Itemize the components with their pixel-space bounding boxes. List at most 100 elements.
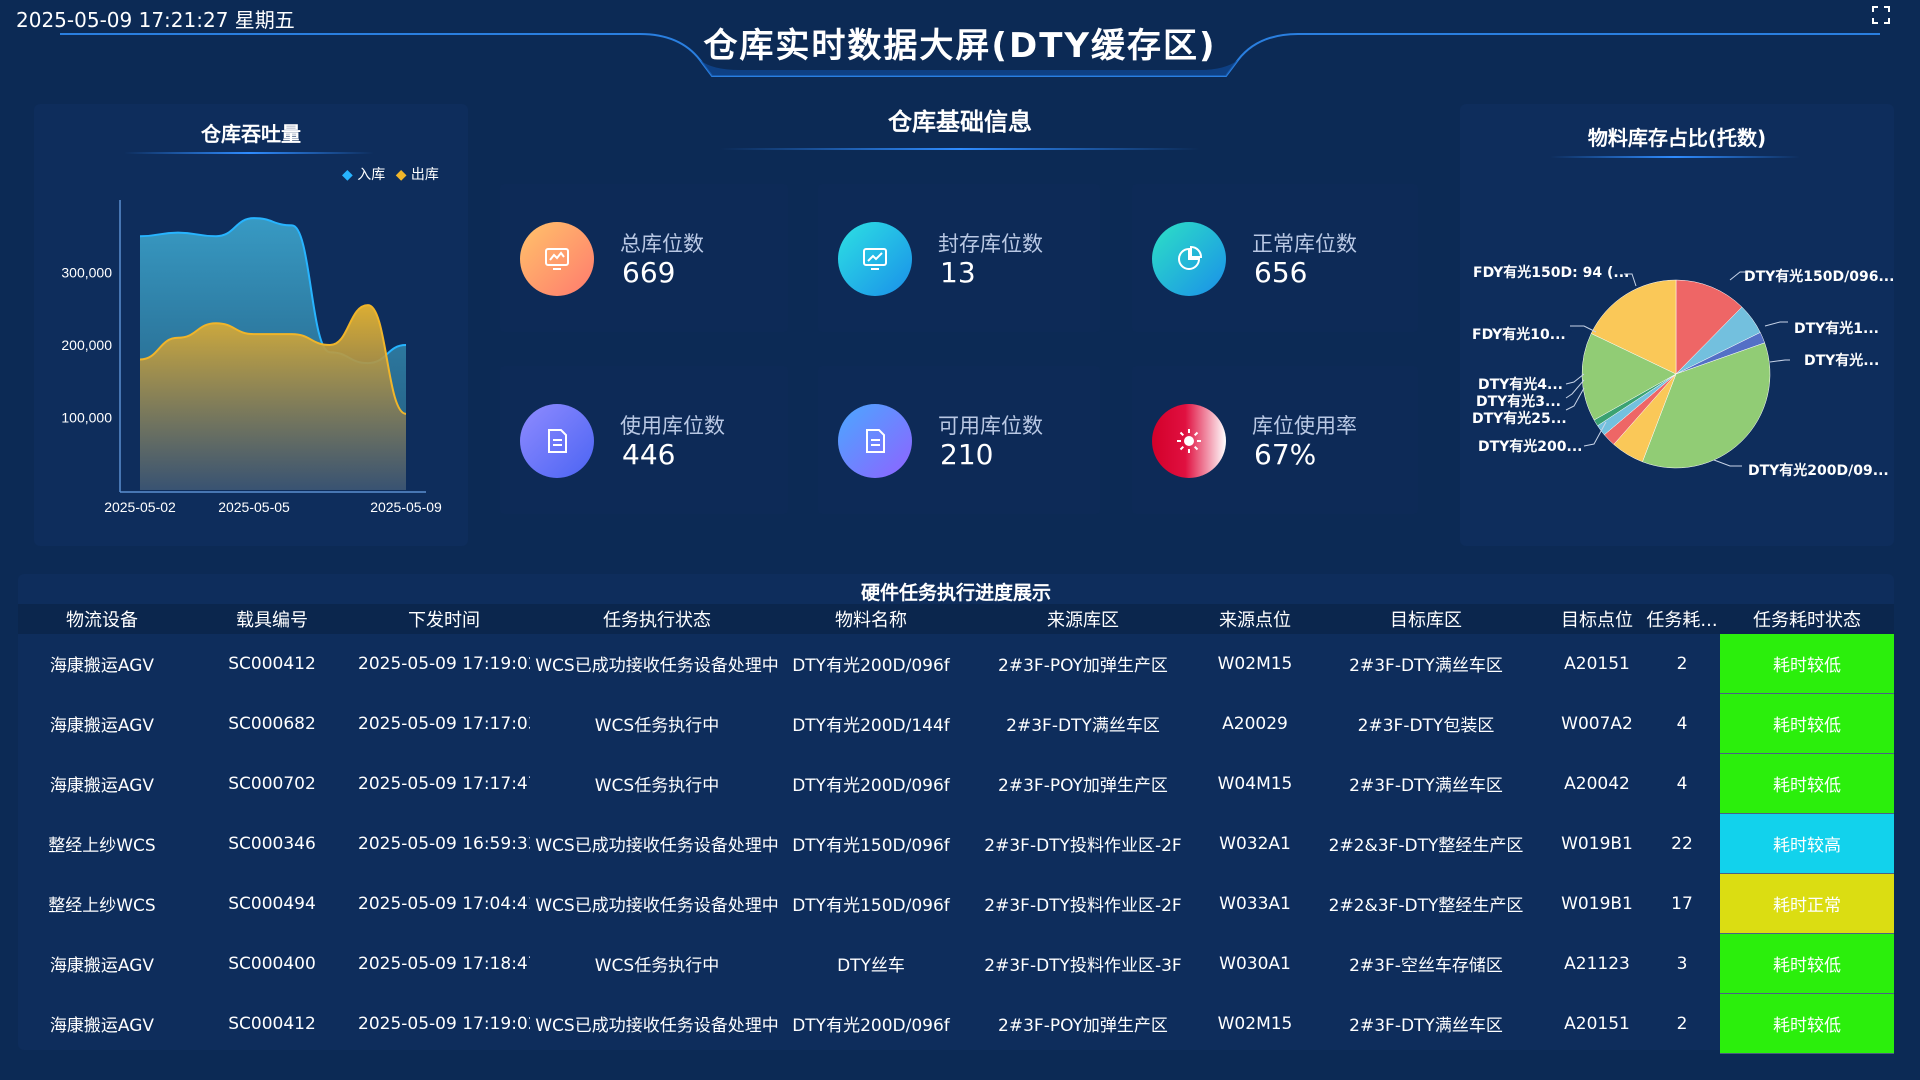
monitor-chart-icon xyxy=(520,222,594,296)
pie-label: DTY有光25... xyxy=(1472,411,1567,427)
table-cell: SC000412 xyxy=(228,653,316,674)
table-cell: 2#3F-POY加弹生产区 xyxy=(998,776,1168,796)
table-cell: W032A1 xyxy=(1219,833,1291,854)
table-cell: A21123 xyxy=(1564,953,1630,974)
table-cell: SC000346 xyxy=(228,833,316,854)
table-cell: W030A1 xyxy=(1219,953,1291,974)
table-row[interactable]: 海康搬运AGV SC000412 2025-05-09 17:19:02 WCS已成功… xyxy=(18,634,1894,694)
document-icon xyxy=(520,404,594,478)
table-cell: WCS已成功接收任务设备处理中 xyxy=(535,836,779,856)
trend-chart-icon xyxy=(838,222,912,296)
pie-leader-line xyxy=(1713,459,1742,467)
document-icon xyxy=(838,404,912,478)
stat-label: 总库位数 xyxy=(620,232,704,256)
title-underline xyxy=(720,148,1200,150)
tasks-table: 物流设备 载具编号 下发时间 任务执行状态 物料名称 来源库区 来源点位 目标库区 目标点位 任务… xyxy=(18,604,1894,1054)
column-header[interactable]: 任务耗... xyxy=(1644,604,1720,634)
status-badge: 耗时较低 xyxy=(1720,634,1894,694)
table-cell: 2#2&3F-DTY整经生产区 xyxy=(1328,896,1524,916)
table-cell: 2#3F-DTY投料作业区-2F xyxy=(984,836,1182,856)
table-cell: 2#3F-POY加弹生产区 xyxy=(998,1016,1168,1036)
table-cell: 2#2&3F-DTY整经生产区 xyxy=(1328,836,1524,856)
column-header[interactable]: 目标点位 xyxy=(1550,604,1644,634)
column-header[interactable]: 任务耗时状态 xyxy=(1720,604,1894,634)
pie-leader-line xyxy=(1764,321,1788,327)
table-cell: W02M15 xyxy=(1217,653,1293,674)
table-cell: W007A2 xyxy=(1561,713,1633,734)
column-header[interactable]: 载具编号 xyxy=(186,604,358,634)
table-cell: 2025-05-09 17:18:47 xyxy=(358,953,530,974)
x-tick-label: 2025-05-09 xyxy=(370,499,442,515)
throughput-panel: 仓库吞吐量 ◆ 入库 ◆ 出库 100,000 200,000 300,000 202… xyxy=(34,104,468,546)
table-row[interactable]: 海康搬运AGV SC000400 2025-05-09 17:18:47 WCS任务执… xyxy=(18,933,1894,994)
table-cell: WCS任务执行中 xyxy=(594,956,720,976)
pie-label: FDY有光10... xyxy=(1472,327,1566,343)
status-badge: 耗时较低 xyxy=(1720,933,1894,994)
table-cell: DTY有光200D/144f xyxy=(792,716,950,736)
pie-leader-line xyxy=(1565,379,1585,399)
stat-card: 库位使用率 67% xyxy=(1132,366,1418,514)
pie-label: DTY有光4... xyxy=(1478,377,1564,393)
table-cell: W02M15 xyxy=(1217,1013,1293,1034)
table-cell: 2#3F-DTY满丝车区 xyxy=(1006,716,1160,736)
column-header[interactable]: 下发时间 xyxy=(358,604,530,634)
stat-label: 封存库位数 xyxy=(938,232,1043,256)
table-row[interactable]: 海康搬运AGV SC000412 2025-05-09 17:19:02 WCS已成功… xyxy=(18,993,1894,1054)
table-cell: 3 xyxy=(1676,953,1688,974)
column-header[interactable]: 物流设备 xyxy=(18,604,186,634)
stat-card: 封存库位数 13 xyxy=(818,184,1100,332)
table-cell: DTY有光200D/096f xyxy=(792,776,950,796)
stat-label: 库位使用率 xyxy=(1252,414,1357,438)
table-cell: 2#3F-DTY满丝车区 xyxy=(1349,776,1503,796)
table-cell: 海康搬运AGV xyxy=(49,656,155,677)
table-cell: 22 xyxy=(1671,833,1693,854)
table-cell: 4 xyxy=(1676,713,1688,734)
table-cell: 2#3F-DTY满丝车区 xyxy=(1349,656,1503,677)
stat-value: 67% xyxy=(1254,438,1317,471)
table-cell: DTY有光150D/096f xyxy=(792,896,950,916)
table-row[interactable]: 整经上纱WCS SC000346 2025-05-09 16:59:33 WCS已成功… xyxy=(18,813,1894,874)
table-cell: WCS已成功接收任务设备处理中 xyxy=(535,1016,779,1036)
table-cell: SC000400 xyxy=(228,953,316,974)
table-row[interactable]: 整经上纱WCS SC000494 2025-05-09 17:04:41 WCS已成功… xyxy=(18,873,1894,934)
stat-card: 使用库位数 446 xyxy=(500,366,788,514)
column-header[interactable]: 目标库区 xyxy=(1302,604,1550,634)
table-row[interactable]: 海康搬运AGV SC000702 2025-05-09 17:17:47 WCS任务执… xyxy=(18,753,1894,814)
pie-label: DTY有光1... xyxy=(1794,321,1880,337)
stat-value: 669 xyxy=(622,256,676,289)
status-badge: 耗时正常 xyxy=(1720,873,1894,934)
table-cell: W019B1 xyxy=(1561,833,1633,854)
pie-label: DTY有光200D/09... xyxy=(1748,463,1889,479)
column-header[interactable]: 来源点位 xyxy=(1208,604,1302,634)
table-cell: WCS任务执行中 xyxy=(594,776,720,796)
table-cell: WCS已成功接收任务设备处理中 xyxy=(535,656,779,677)
table-cell: A20151 xyxy=(1564,1013,1630,1034)
table-cell: 整经上纱WCS xyxy=(48,896,156,916)
table-cell: DTY有光150D/096f xyxy=(792,836,950,856)
pie-label: DTY有光... xyxy=(1804,353,1880,369)
table-cell: 2 xyxy=(1676,1013,1688,1034)
column-header[interactable]: 来源库区 xyxy=(958,604,1208,634)
stat-card: 正常库位数 656 xyxy=(1132,184,1418,332)
stat-value: 13 xyxy=(940,256,976,289)
table-cell: W033A1 xyxy=(1219,893,1291,914)
pie-leader-line xyxy=(1769,359,1790,363)
table-cell: DTY丝车 xyxy=(837,956,905,976)
status-badge: 耗时较低 xyxy=(1720,993,1894,1054)
column-header[interactable]: 任务执行状态 xyxy=(530,604,784,634)
table-row[interactable]: 海康搬运AGV SC000682 2025-05-09 17:17:03 WCS任务执… xyxy=(18,693,1894,754)
throughput-chart: 100,000 200,000 300,000 2025-05-02 2025-05-0… xyxy=(61,200,442,515)
table-cell: W019B1 xyxy=(1561,893,1633,914)
table-cell: 4 xyxy=(1676,773,1688,794)
y-tick-label: 300,000 xyxy=(61,265,112,281)
pie-icon xyxy=(1152,222,1226,296)
column-header[interactable]: 物料名称 xyxy=(784,604,958,634)
table-cell: 2#3F-DTY包装区 xyxy=(1357,716,1495,736)
table-cell: DTY有光200D/096f xyxy=(792,656,950,677)
fullscreen-icon[interactable] xyxy=(1872,6,1890,24)
tasks-title: 硬件任务执行进度展示 xyxy=(860,582,1051,604)
table-cell: 海康搬运AGV xyxy=(49,956,155,976)
x-tick-label: 2025-05-05 xyxy=(218,499,290,515)
status-badge: 耗时较高 xyxy=(1720,813,1894,874)
table-cell: A20151 xyxy=(1564,653,1630,674)
